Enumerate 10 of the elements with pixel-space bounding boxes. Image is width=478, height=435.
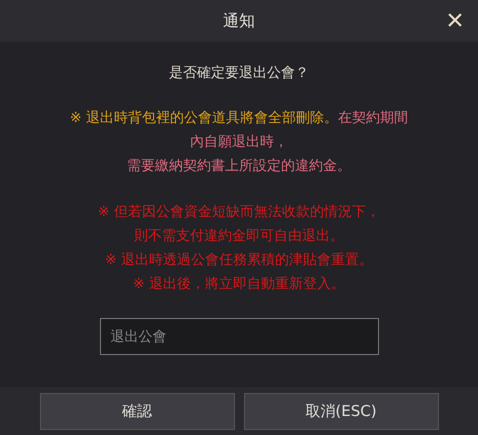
cancel-button[interactable]: 取消(ESC) [244,392,438,430]
confirm-button[interactable]: 確認 [40,392,234,430]
confirm-question: 是否確定要退出公會？ [169,64,309,82]
warning-text: ※ 退出時背包裡的公會道具將會全部刪除。在契約期間 內自願退出時， 需要繳納契約書上所設定的違約金。 [70,109,408,176]
notice-text: ※ 但若因公會資金短缺而無法收款的情況下， 則不需支付違約金即可自由退出。 [98,203,380,246]
dialog-title: 通知 [223,10,255,32]
notice-text: ※ 退出後，將立即自動重新登入。 [132,275,346,294]
input-field[interactable]: 退出公會 [100,318,378,355]
notice-text: ※ 退出時透過公會任務累積的津貼會重置。 [104,251,374,270]
close-button[interactable]: × [440,6,470,36]
